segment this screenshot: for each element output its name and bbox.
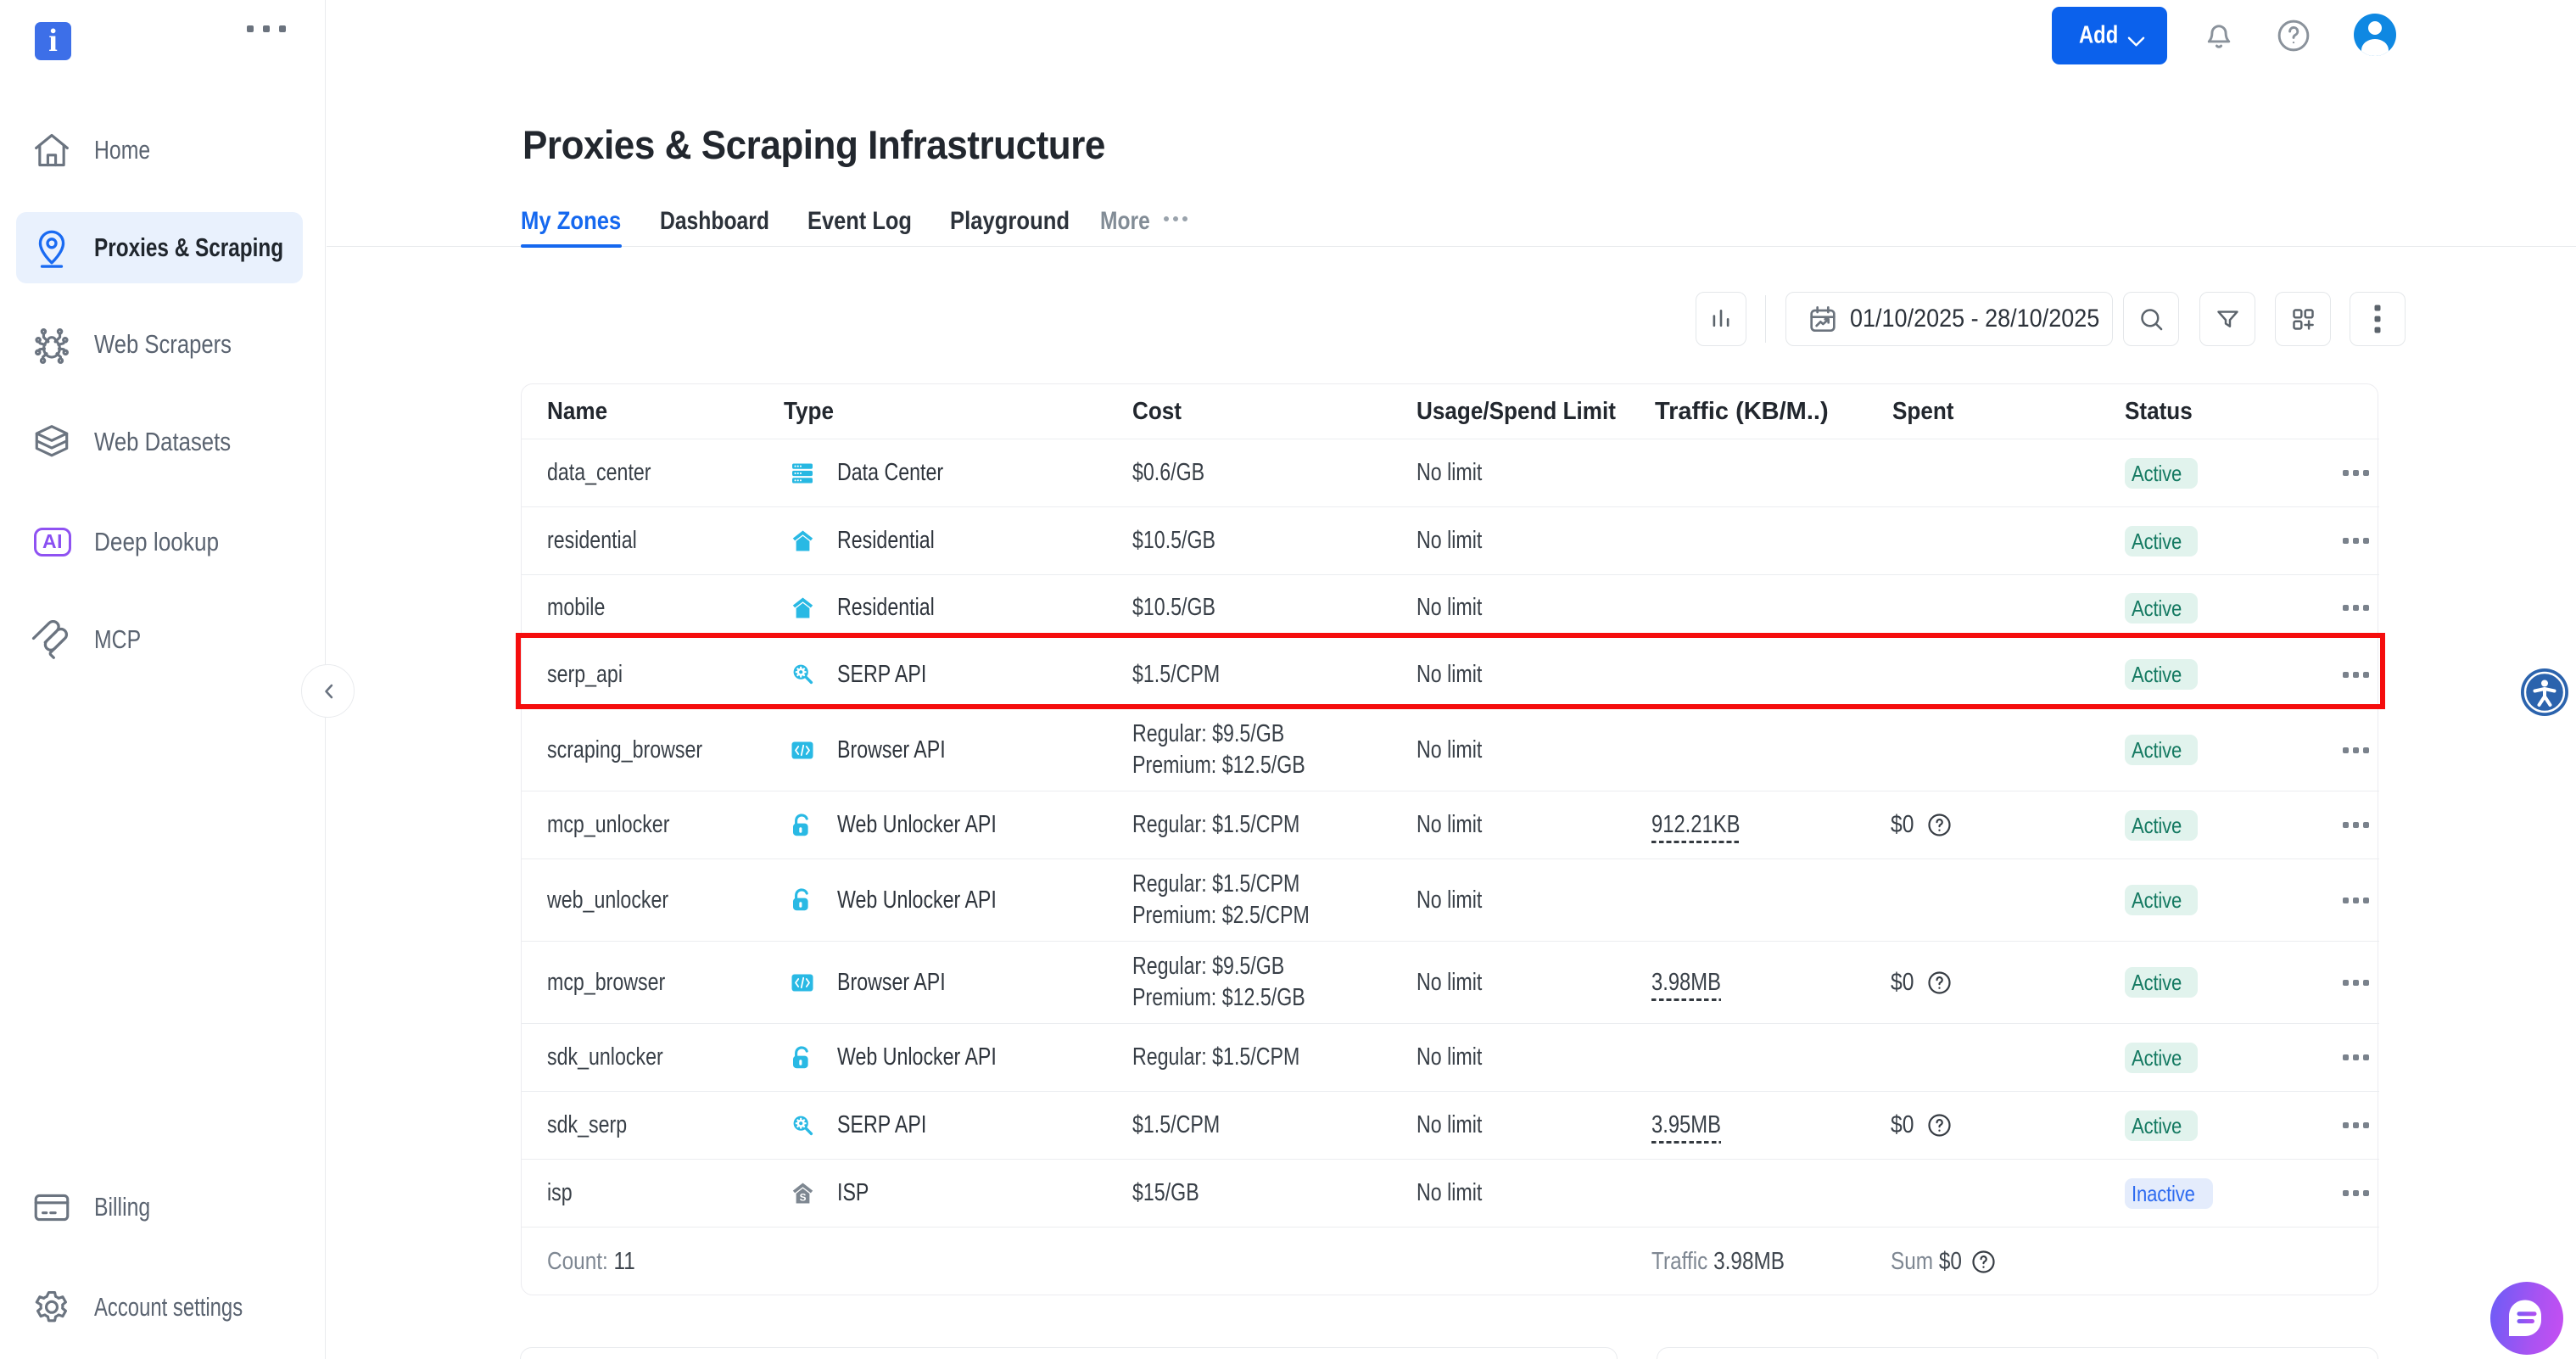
- svg-text:S: S: [800, 1192, 807, 1204]
